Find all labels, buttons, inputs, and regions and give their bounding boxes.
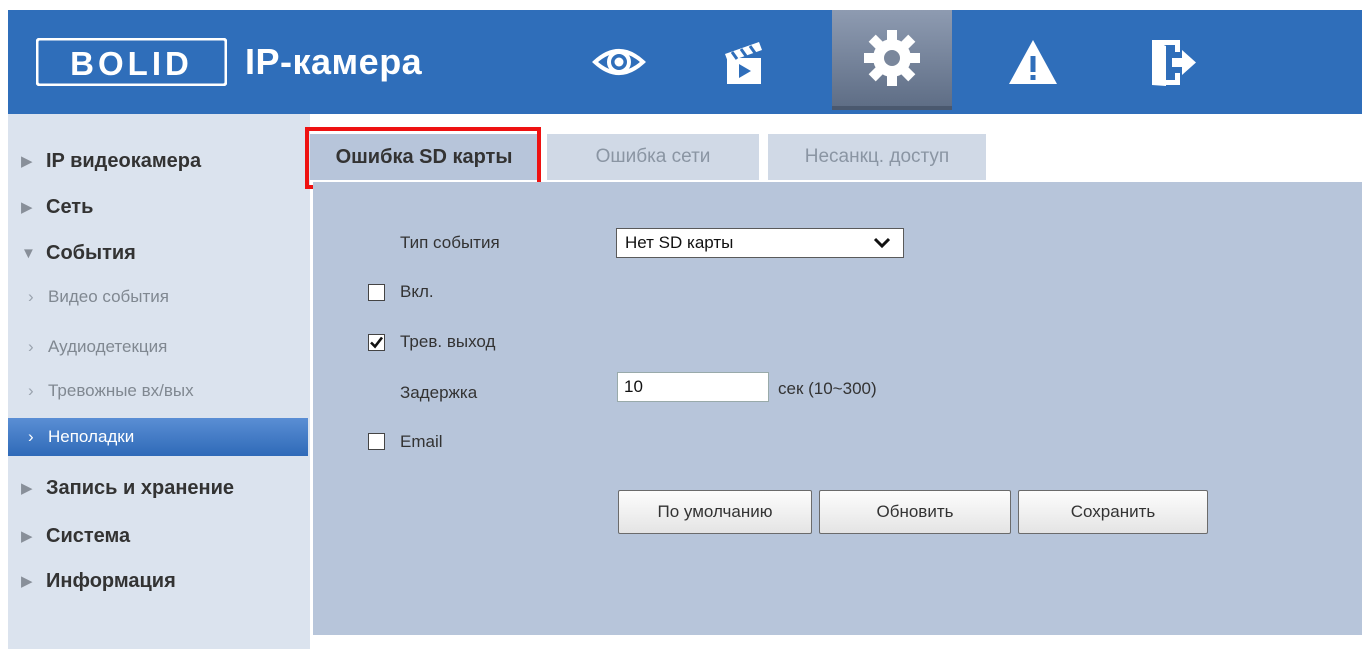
delay-unit: сек (10~300) [778,379,877,398]
delay-input[interactable] [617,372,769,402]
caret-right-icon: ▶ [21,528,33,545]
nav-alarm[interactable] [973,10,1093,114]
logo: BOLID IP-камера [36,38,422,86]
sidebar-item-system[interactable]: ▶ Система [8,516,308,556]
sidebar-subitem-faults[interactable]: › Неполадки [8,418,308,456]
top-header: BOLID IP-камера [8,10,1362,114]
default-button[interactable]: По умолчанию [618,490,812,534]
sidebar-item-label: Аудиодетекция [48,337,168,356]
clapperboard-icon [725,42,762,84]
checkmark-icon [370,336,384,349]
nav-logout[interactable] [1112,10,1232,114]
email-label: Email [400,432,443,451]
event-type-select[interactable]: Нет SD карты [616,228,904,258]
email-checkbox[interactable] [368,433,385,450]
chevron-right-icon: › [28,381,34,400]
tab-highlight-frame [305,127,541,189]
sidebar-item-events[interactable]: ▼ События [8,233,308,273]
sidebar-item-label: Сеть [46,195,94,218]
sidebar-item-ip-camera[interactable]: ▶ IP видеокамера [8,141,308,181]
chevron-right-icon: › [28,427,34,446]
sidebar-subitem-video-events[interactable]: › Видео события [8,278,308,316]
sidebar-item-information[interactable]: ▶ Информация [8,561,308,601]
exit-door-icon [1152,40,1196,86]
sidebar-subitem-audio-detection[interactable]: › Аудиодетекция [8,328,308,366]
save-button[interactable]: Сохранить [1018,490,1208,534]
chevron-right-icon: › [28,287,34,306]
nav-live-view[interactable] [559,10,679,114]
refresh-button[interactable]: Обновить [819,490,1011,534]
sidebar-item-label: IP видеокамера [46,149,202,172]
sidebar-item-label: Запись и хранение [46,476,235,499]
alarm-out-checkbox[interactable] [368,334,385,351]
nav-playback[interactable] [685,10,805,114]
bolid-logo: BOLID [36,38,227,86]
caret-down-icon: ▼ [21,244,36,262]
caret-right-icon: ▶ [21,153,33,170]
gear-icon [864,30,920,86]
enable-label: Вкл. [400,282,434,301]
alarm-out-label: Трев. выход [400,332,496,351]
app-title: IP-камера [245,41,423,82]
enable-checkbox[interactable] [368,284,385,301]
sidebar-item-label: Система [46,524,131,547]
chevron-down-icon [873,237,891,249]
sidebar-item-label: Информация [46,569,176,592]
event-type-label: Тип события [400,233,500,252]
event-type-value: Нет SD карты [625,233,734,252]
sidebar-item-label: Тревожные вх/вых [48,381,194,400]
caret-right-icon: ▶ [21,199,33,216]
sidebar-item-label: Неполадки [48,427,135,446]
svg-text:BOLID: BOLID [70,45,193,82]
sidebar-item-record-storage[interactable]: ▶ Запись и хранение [8,468,308,508]
tab-unauthorized-access[interactable]: Несанкц. доступ [768,134,986,180]
sidebar-item-label: События [46,241,136,264]
eye-icon [592,49,646,75]
caret-right-icon: ▶ [21,480,33,497]
tab-network-error[interactable]: Ошибка сети [547,134,759,180]
sidebar-subitem-alarm-io[interactable]: › Тревожные вх/вых [8,372,308,410]
sidebar-item-label: Видео события [48,287,169,306]
warning-icon [1009,40,1057,84]
delay-label: Задержка [400,383,478,402]
sidebar-item-network[interactable]: ▶ Сеть [8,187,308,227]
chevron-right-icon: › [28,337,34,356]
sidebar: ▶ IP видеокамера ▶ Сеть ▼ События › Виде… [8,114,310,649]
nav-setup[interactable] [832,10,952,110]
caret-right-icon: ▶ [21,573,33,590]
